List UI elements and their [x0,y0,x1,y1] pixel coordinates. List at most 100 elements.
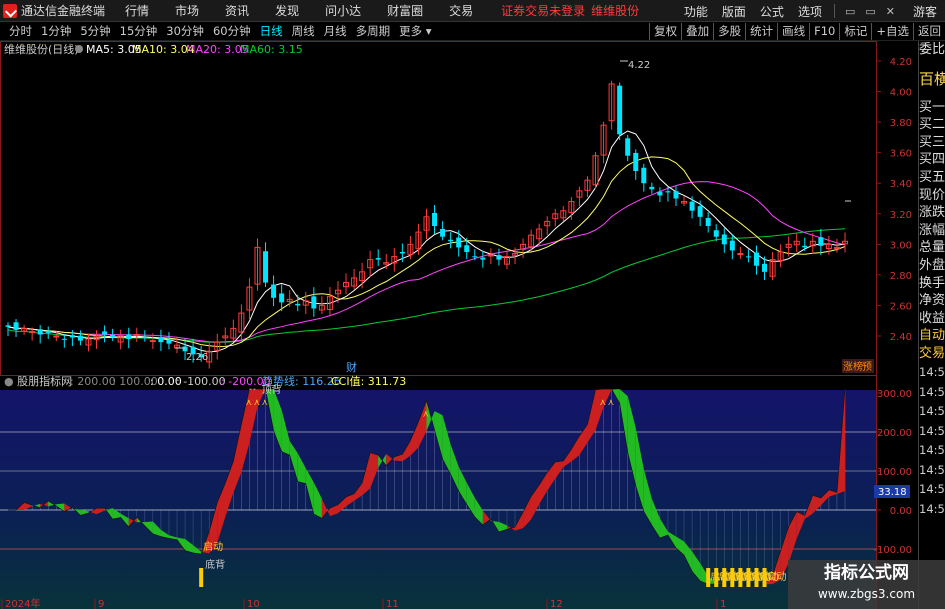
chart-area[interactable]: 维维股份(日线) MA5: 3.05 MA10: 3.04 MA20: 3.05… [0,41,945,609]
candle-body-down [472,256,478,258]
close-icon[interactable]: ✕ [886,5,895,18]
sidebar-commission-ratio: 委比 [919,42,945,57]
chevron-down-icon: ▾ [422,24,432,38]
period-5min[interactable]: 5分钟 [80,23,110,39]
price-tick-label: 3.00 [890,240,912,251]
finance-mark[interactable]: 财 [346,360,357,374]
menu-options[interactable]: 选项 [798,3,822,20]
sidebar-buy3: 买三 [919,134,945,150]
menu-market[interactable]: 市场 [175,2,199,19]
period-1min[interactable]: 1分钟 [41,23,71,39]
legend-toggle-icon[interactable] [75,45,83,53]
zdt-label: 涨榜 [843,360,863,373]
start-signal-label: 启动 [203,540,223,553]
minimize-icon[interactable]: ▭ [845,5,855,18]
peak-marker-icon: ⋏ [262,398,269,408]
candle-body-down [158,337,164,343]
period-30min[interactable]: 30分钟 [166,23,204,39]
candle-body-down [102,331,108,335]
tool-multi-stock[interactable]: 多股 [713,23,745,40]
candle-body-down [689,201,695,211]
tool-stats[interactable]: 统计 [745,23,777,40]
period-toolbar: 分时 1分钟 5分钟 15分钟 30分钟 60分钟 日线 周线 月线 多周期 更… [0,22,945,41]
date-label: 12 [550,599,563,609]
candle-body-down [633,152,639,171]
candle-body-down [721,234,727,245]
ma5-line [7,130,846,353]
sub-current-value: 33.18 [878,487,907,498]
period-weekly[interactable]: 周线 [292,23,315,39]
watermark: 指标公式网 www.zbgs3.com [788,560,945,609]
period-monthly[interactable]: 月线 [324,23,347,39]
price-tick-label: 4.20 [890,57,912,68]
menu-discover[interactable]: 发现 [275,2,299,19]
tool-mark[interactable]: 标记 [839,23,871,40]
ma5-path [7,130,846,353]
sub-legend-title: ● 股朋指标网 [4,374,72,388]
peak-marker-icon: ⋏ [245,398,252,408]
trade-login-warning[interactable]: 证券交易未登录 [501,2,585,19]
sidebar-auto[interactable]: 自动 [919,327,945,345]
tool-f10[interactable]: F10 [809,23,839,40]
tick-time-6: 14:56 [919,462,945,477]
ma20-path [7,181,846,343]
period-daily[interactable]: 日线 [260,23,283,39]
candle-body-down [657,191,663,196]
candle-body-down [61,338,67,340]
candle-body-down [263,251,269,283]
tool-back[interactable]: 返回 [913,23,945,40]
candlesticks [5,80,848,369]
period-15min[interactable]: 15分钟 [120,23,158,39]
menu-formula[interactable]: 公式 [760,3,784,20]
candle-body-down [641,167,647,184]
tool-overlay[interactable]: 叠加 [681,23,713,40]
candle-body-down [311,296,317,309]
period-60min[interactable]: 60分钟 [213,23,251,39]
menu-quotes[interactable]: 行情 [125,2,149,19]
quote-sidebar: 委比 百横 买一 买二 买三 买四 买五 现价 涨跌 涨幅 总量 外盘 换手 净… [918,41,945,609]
candle-body-up [133,333,140,336]
kline-chart[interactable]: 维维股份(日线) MA5: 3.05 MA10: 3.04 MA20: 3.05… [0,41,918,609]
candle-body-down [448,239,454,242]
sidebar-outer: 外盘 [919,257,945,273]
candle-body-down [713,230,719,237]
candle-body-down [166,339,172,344]
guest-user[interactable]: 游客 [913,3,937,20]
window-stock-name: 维维股份 [591,4,640,18]
sub-legend-m100: : -100.00 [176,375,226,388]
price-tick-label: 3.40 [890,179,912,190]
menu-wealth[interactable]: 财富圈 [387,2,423,19]
restore-icon[interactable]: ▭ [865,5,875,18]
price-tick-label: 2.60 [890,301,912,312]
tool-adjust[interactable]: 复权 [649,23,681,40]
tool-add-watchlist[interactable]: +自选 [871,23,913,40]
candle-body-up [833,246,840,249]
tick-time-3: 14:56 [919,404,945,419]
candle-body-down [745,256,751,258]
menu-layout[interactable]: 版面 [722,3,746,20]
tool-draw[interactable]: 画线 [777,23,809,40]
period-multi[interactable]: 多周期 [356,23,391,39]
price-tick-label: 3.20 [890,210,912,221]
candle-body-down [375,258,381,260]
period-more[interactable]: 更多 ▾ [399,23,431,39]
sub-legend-name: 股朋指标网 [17,374,72,388]
peak-marker-icon: ⋏ [608,398,615,408]
menu-news[interactable]: 资讯 [225,2,249,19]
tick-time-8: 14:56 [919,501,945,516]
menu-trade[interactable]: 交易 [449,2,473,19]
price-tick-label: 3.80 [890,118,912,129]
sidebar-big-label: 百横 [919,69,945,88]
yu-label: 预 [862,361,872,373]
price-tick-label: 4.00 [890,88,912,99]
app-logo-icon [3,3,17,18]
peak-marker-icon: ⋏ [253,398,260,408]
menu-function[interactable]: 功能 [684,3,708,20]
sidebar-trade[interactable]: 交易 [919,345,945,363]
menu-ask[interactable]: 问小达 [325,2,361,19]
peak-marker-icon: ⋏ [600,398,607,408]
candle-body-down [142,337,148,339]
tick-time-1: 14:56 [919,365,945,380]
period-tick[interactable]: 分时 [9,23,32,39]
sidebar-buy4: 买四 [919,152,945,168]
